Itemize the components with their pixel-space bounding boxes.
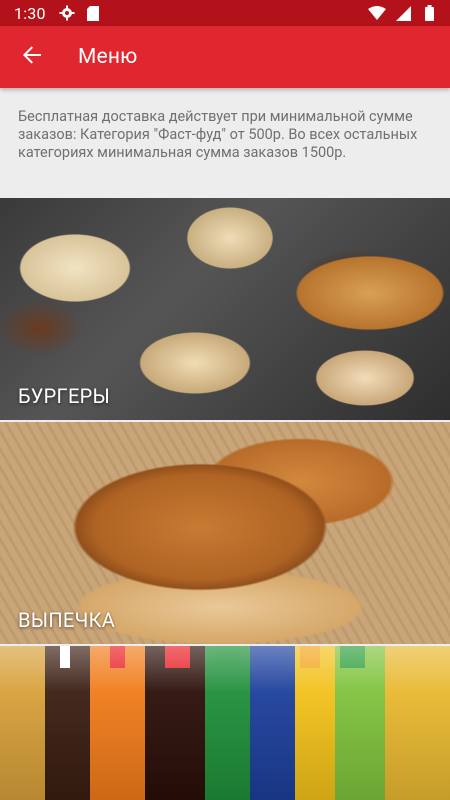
wifi-icon — [368, 4, 386, 22]
category-burgers[interactable]: БУРГЕРЫ — [0, 198, 450, 420]
category-label: ВЫПЕЧКА — [18, 608, 116, 632]
app-bar: Меню — [0, 26, 450, 88]
status-bar: 1:30 — [0, 0, 450, 26]
battery-icon — [420, 4, 438, 22]
category-pastry[interactable]: ВЫПЕЧКА — [0, 422, 450, 644]
sd-card-icon — [84, 4, 102, 22]
category-drinks[interactable] — [0, 646, 450, 800]
gear-icon — [58, 4, 76, 22]
arrow-back-icon — [22, 45, 42, 69]
status-time: 1:30 — [14, 3, 46, 23]
category-label: БУРГЕРЫ — [18, 384, 111, 408]
delivery-notice: Бесплатная доставка действует при минима… — [18, 108, 418, 161]
back-button[interactable] — [0, 26, 64, 88]
page-title: Меню — [78, 45, 138, 69]
signal-icon — [394, 4, 412, 22]
